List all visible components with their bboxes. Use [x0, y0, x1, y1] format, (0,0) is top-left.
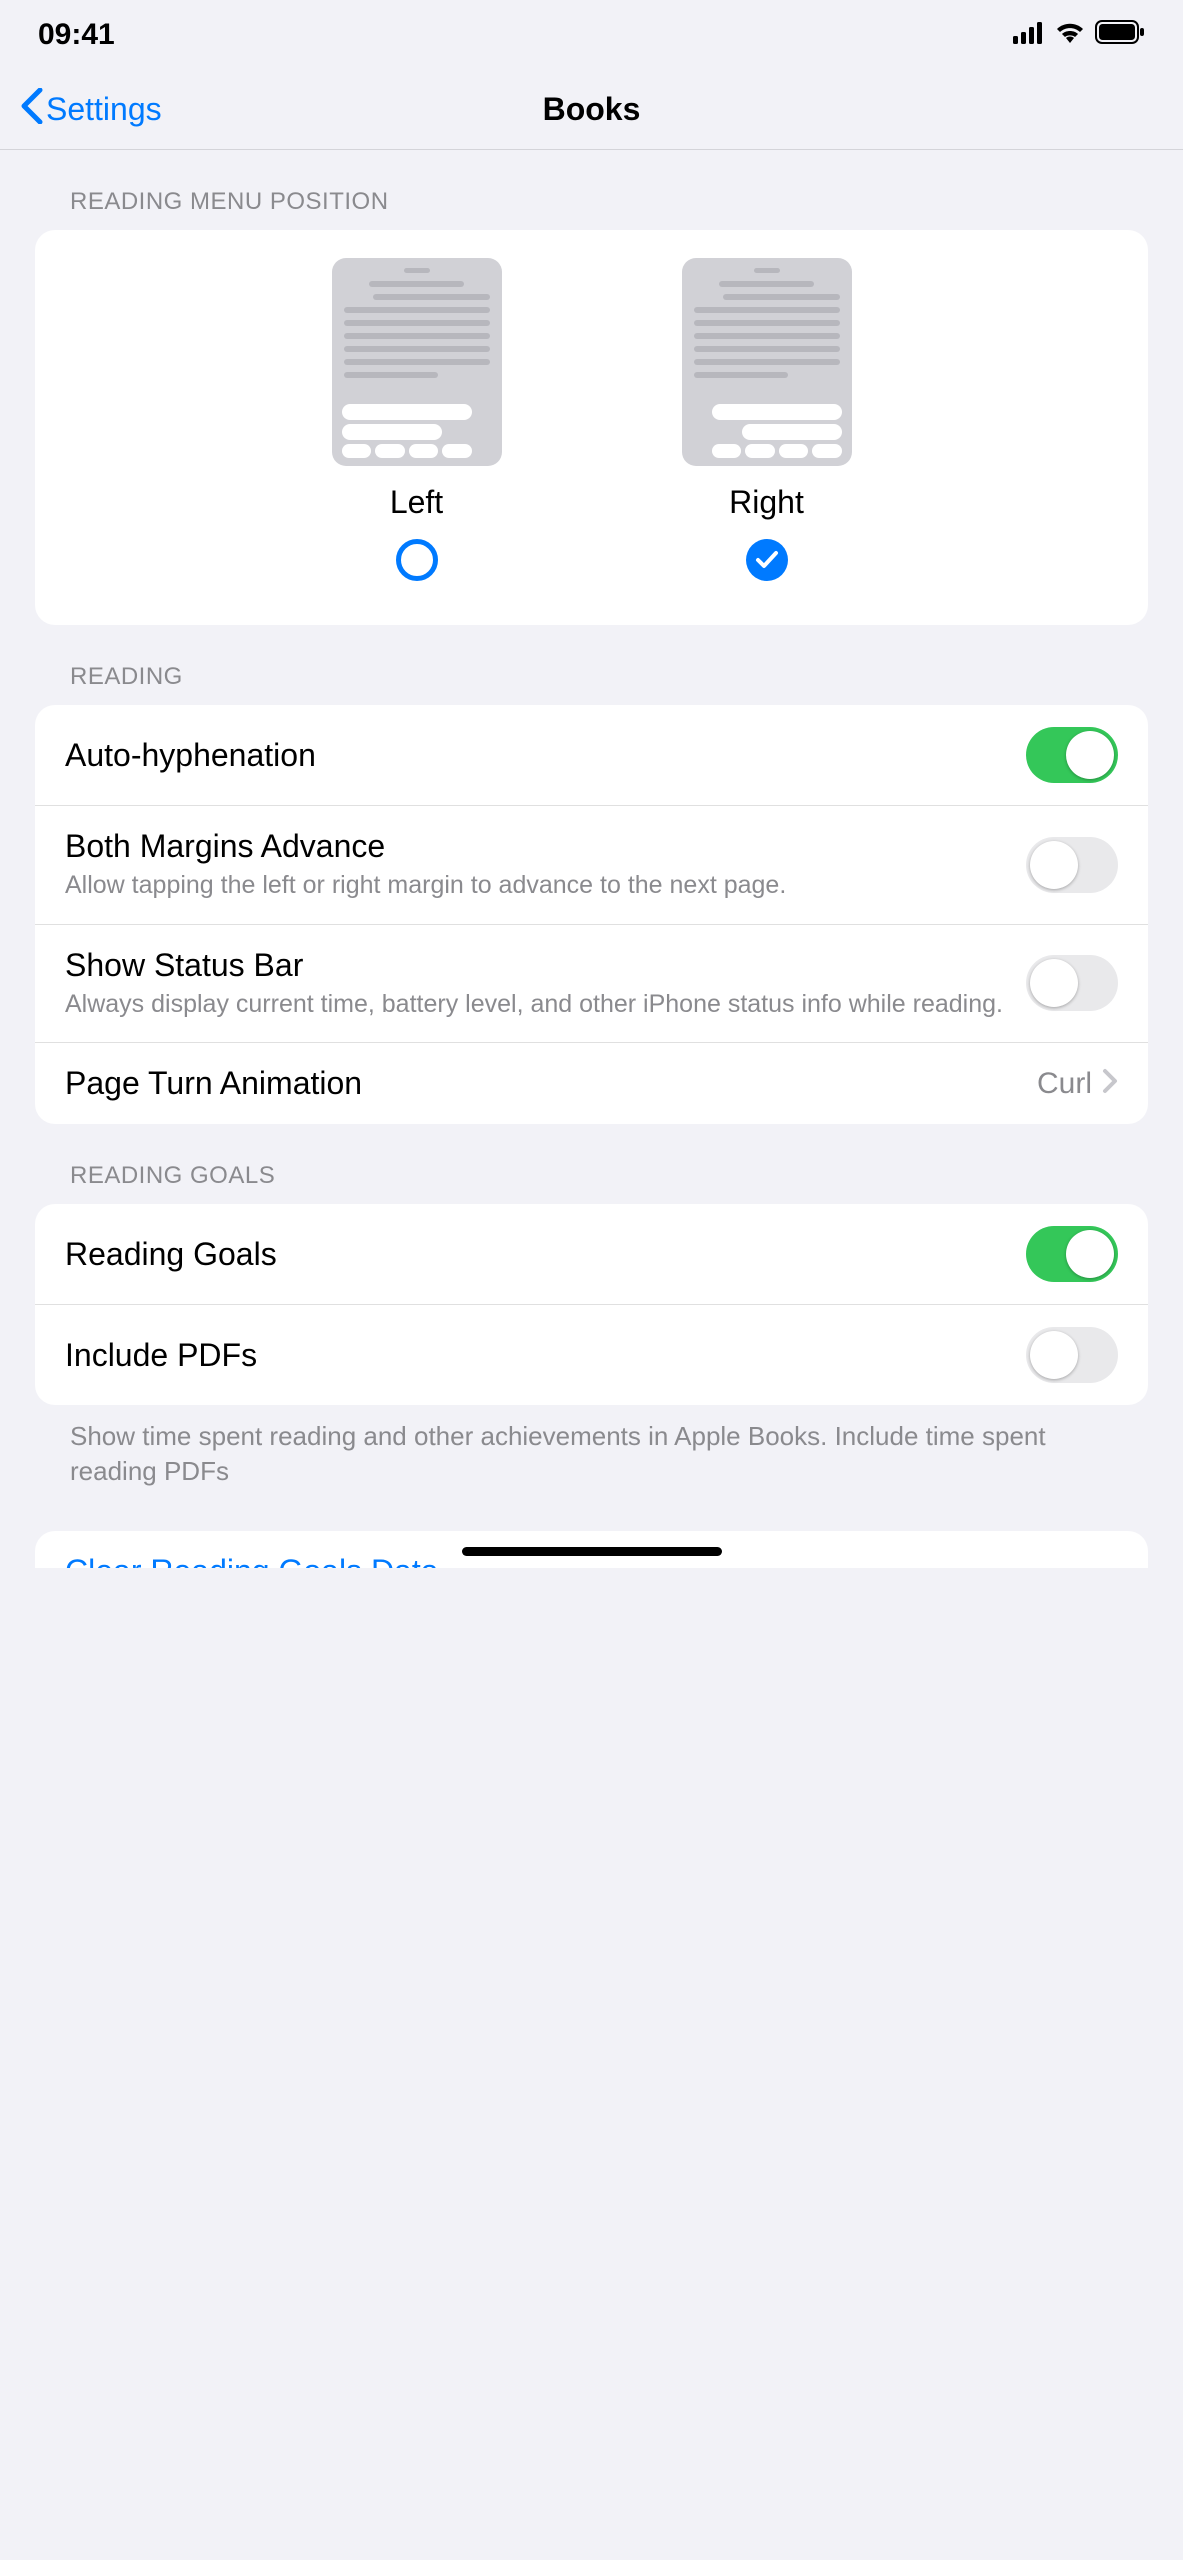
- row-reading-goals: Reading Goals: [35, 1204, 1148, 1304]
- show-status-bar-toggle[interactable]: [1026, 955, 1118, 1011]
- reading-card: Auto-hyphenation Both Margins Advance Al…: [35, 705, 1148, 1124]
- row-include-pdfs: Include PDFs: [35, 1304, 1148, 1405]
- reading-goals-card: Reading Goals Include PDFs: [35, 1204, 1148, 1405]
- both-margins-toggle[interactable]: [1026, 837, 1118, 893]
- chevron-left-icon: [20, 88, 44, 132]
- section-header-reading: READING: [70, 663, 1148, 691]
- row-show-status-bar: Show Status Bar Always display current t…: [35, 924, 1148, 1043]
- reading-goals-toggle[interactable]: [1026, 1226, 1118, 1282]
- back-button[interactable]: Settings: [20, 88, 162, 132]
- radio-unselected-icon: [396, 539, 438, 581]
- both-margins-label: Both Margins Advance: [65, 828, 1008, 865]
- menu-position-right-option[interactable]: Right: [682, 258, 852, 581]
- reading-goals-label: Reading Goals: [65, 1236, 1008, 1273]
- auto-hyphenation-label: Auto-hyphenation: [65, 737, 1008, 774]
- chevron-right-icon: [1102, 1068, 1118, 1099]
- show-status-bar-label: Show Status Bar: [65, 947, 1008, 984]
- menu-position-left-radio[interactable]: [396, 539, 438, 581]
- back-label: Settings: [46, 91, 162, 128]
- section-header-reading-menu-position: READING MENU POSITION: [70, 188, 1148, 216]
- menu-position-right-preview: [682, 258, 852, 466]
- page-title: Books: [0, 91, 1183, 128]
- menu-position-right-radio[interactable]: [746, 539, 788, 581]
- show-status-bar-sub: Always display current time, battery lev…: [65, 988, 1008, 1021]
- nav-bar: Settings Books: [0, 70, 1183, 150]
- menu-position-left-label: Left: [390, 484, 443, 521]
- battery-icon: [1095, 18, 1145, 52]
- status-time: 09:41: [38, 18, 115, 52]
- wifi-icon: [1055, 18, 1085, 52]
- clear-reading-goals-label: Clear Reading Goals Data: [65, 1553, 439, 1568]
- reading-menu-position-card: Left: [35, 230, 1148, 625]
- section-header-reading-goals: READING GOALS: [70, 1162, 1148, 1190]
- menu-position-left-option[interactable]: Left: [332, 258, 502, 581]
- status-bar: 09:41: [0, 0, 1183, 70]
- row-page-turn-animation[interactable]: Page Turn Animation Curl: [35, 1042, 1148, 1124]
- both-margins-sub: Allow tapping the left or right margin t…: [65, 869, 1008, 902]
- reading-goals-footer: Show time spent reading and other achiev…: [70, 1419, 1113, 1489]
- radio-selected-icon: [746, 539, 788, 581]
- page-turn-value: Curl: [1037, 1067, 1092, 1101]
- include-pdfs-label: Include PDFs: [65, 1337, 1008, 1374]
- menu-position-left-preview: [332, 258, 502, 466]
- home-indicator: [462, 1547, 722, 1556]
- page-turn-label: Page Turn Animation: [65, 1065, 1019, 1102]
- include-pdfs-toggle[interactable]: [1026, 1327, 1118, 1383]
- row-auto-hyphenation: Auto-hyphenation: [35, 705, 1148, 805]
- cellular-icon: [1013, 18, 1045, 52]
- auto-hyphenation-toggle[interactable]: [1026, 727, 1118, 783]
- row-both-margins-advance: Both Margins Advance Allow tapping the l…: [35, 805, 1148, 924]
- menu-position-right-label: Right: [729, 484, 804, 521]
